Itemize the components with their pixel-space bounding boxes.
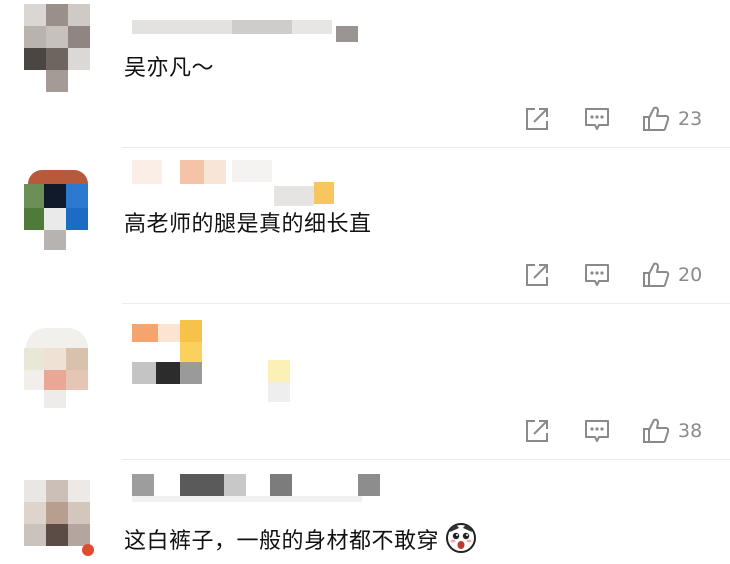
avatar[interactable] (24, 162, 90, 252)
comment-item: 38 (0, 304, 730, 460)
comment-icon (585, 108, 609, 130)
like-button[interactable]: 23 (642, 104, 702, 134)
comment-text: 高老师的腿是真的细长直 (124, 212, 372, 237)
comment-text-content: 这白裤子，一般的身材都不敢穿 (124, 529, 440, 554)
avatar[interactable] (24, 472, 94, 562)
avatar[interactable] (24, 4, 90, 94)
reply-button[interactable] (584, 416, 610, 446)
comment-item: 高老师的腿是真的细长直 20 (0, 148, 730, 304)
comment-text: 吴亦凡～ (124, 56, 215, 81)
comment-actions: 20 (520, 260, 730, 290)
comment-item: 吴亦凡～ 23 (0, 0, 730, 148)
comment-icon (585, 420, 609, 442)
avatar[interactable] (24, 320, 90, 410)
reply-button[interactable] (584, 104, 610, 134)
share-icon (526, 420, 548, 442)
comment-icon (585, 264, 609, 286)
like-count: 38 (678, 420, 703, 442)
share-icon (526, 108, 548, 130)
like-count: 23 (678, 108, 703, 130)
comment-actions: 23 (520, 104, 730, 134)
like-count: 20 (678, 264, 703, 286)
username-mosaic[interactable] (124, 318, 384, 402)
thumbs-up-icon (643, 106, 670, 131)
reply-button[interactable] (584, 260, 610, 290)
comment-actions: 38 (520, 416, 730, 446)
share-button[interactable] (524, 260, 550, 290)
comment-text: 这白裤子，一般的身材都不敢穿 (124, 522, 477, 563)
share-button[interactable] (524, 104, 550, 134)
like-button[interactable]: 20 (642, 260, 702, 290)
share-icon (526, 264, 548, 286)
comment-item: 这白裤子，一般的身材都不敢穿 (0, 460, 730, 564)
share-button[interactable] (524, 416, 550, 446)
surprised-face-emoji (445, 522, 477, 563)
thumbs-up-icon (643, 262, 670, 287)
thumbs-up-icon (643, 418, 670, 443)
like-button[interactable]: 38 (642, 416, 702, 446)
